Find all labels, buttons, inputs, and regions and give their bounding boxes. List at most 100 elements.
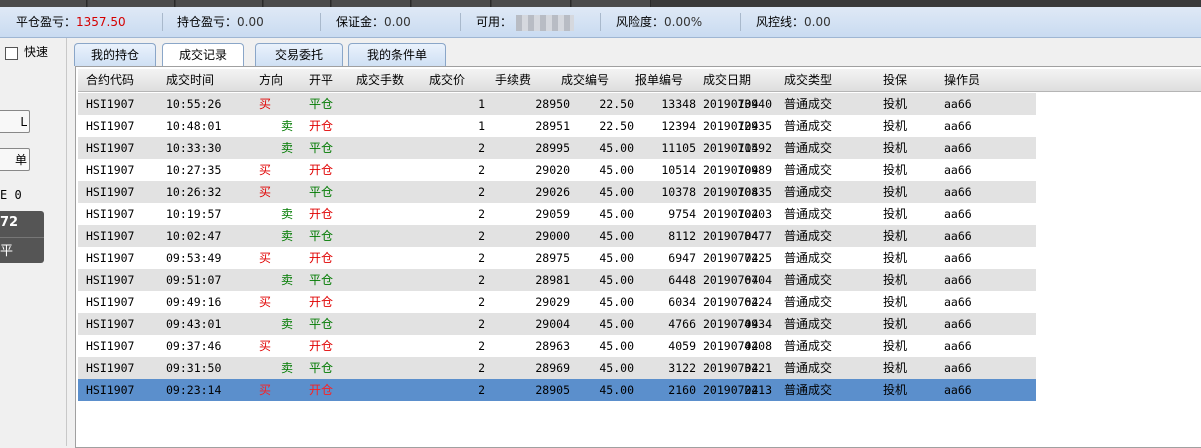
table-row[interactable]: HSI1907 09:43:01 卖平仓 2 29004 45.00 4766 4934 201…: [78, 313, 1036, 335]
cell-time: 10:55:26: [166, 97, 222, 111]
table-row[interactable]: HSI1907 10:27:35 买开仓 2 29020 45.00 10514 10989 2…: [78, 159, 1036, 181]
column-header[interactable]: 投保: [883, 69, 907, 91]
cell-trade-number: 4059: [668, 339, 696, 353]
left-order-panel: 快速 L 单 E 0 72 平: [0, 38, 67, 446]
toolbar-segment[interactable]: [88, 0, 175, 7]
margin-value: 0.00: [384, 15, 411, 29]
tab-orders[interactable]: 交易委托: [255, 43, 343, 66]
cell-direction: 买: [259, 339, 272, 353]
toolbar-segment[interactable]: [412, 0, 491, 7]
column-header[interactable]: 成交手数: [356, 69, 404, 91]
cell-trade-date: 20190704: [703, 119, 759, 133]
table-header: 合约代码 成交时间 方向 开平 成交手数 成交价 手续费 成交编号 报单编号 成交日期 成交类型 投保…: [78, 69, 1201, 92]
cell-trade-date: 20190704: [703, 383, 759, 397]
cell-trade-type: 普通成交: [784, 295, 833, 309]
column-header[interactable]: 合约代码: [86, 69, 134, 91]
table-row[interactable]: HSI1907 09:23:14 买开仓 2 28905 45.00 2160 2213 201…: [78, 379, 1036, 401]
column-header[interactable]: 成交类型: [784, 69, 832, 91]
table-row[interactable]: HSI1907 10:48:01 卖开仓 1 28951 22.50 12394 12935 2…: [78, 115, 1036, 137]
toolbar-segment[interactable]: [572, 0, 651, 7]
cell-trade-number: 11105: [661, 141, 696, 155]
cell-trade-type: 普通成交: [784, 141, 833, 155]
table-row[interactable]: HSI1907 10:26:32 买平仓 2 29026 45.00 10378 10835 2…: [78, 181, 1036, 203]
table-row[interactable]: HSI1907 10:02:47 卖平仓 2 29000 45.00 8112 8477 201…: [78, 225, 1036, 247]
cell-contract: HSI1907: [86, 339, 135, 353]
table-row[interactable]: HSI1907 09:51:07 卖平仓 2 28981 45.00 6448 6704 201…: [78, 269, 1036, 291]
tab-conditional-orders[interactable]: 我的条件单: [348, 43, 446, 66]
table-row[interactable]: HSI1907 10:55:26 买平仓 1 28950 22.50 13348 13940 2…: [78, 93, 1036, 115]
table-row[interactable]: HSI1907 09:49:16 买开仓 2 29029 45.00 6034 6224 201…: [78, 291, 1036, 313]
cell-direction: 买: [259, 185, 272, 199]
trade-records-table: 合约代码 成交时间 方向 开平 成交手数 成交价 手续费 成交编号 报单编号 成交日期 成交类型 投保…: [75, 66, 1201, 448]
cell-quantity: 2: [478, 273, 485, 287]
cell-trade-type: 普通成交: [784, 317, 833, 331]
cell-contract: HSI1907: [86, 141, 135, 155]
column-header[interactable]: 成交价: [429, 69, 465, 91]
cell-trade-type: 普通成交: [784, 251, 833, 265]
hold-pnl-label: 持仓盈亏：: [177, 15, 238, 29]
cell-trade-number: 13348: [661, 97, 696, 111]
quote-box[interactable]: 72 平: [0, 211, 44, 263]
cell-trade-type: 普通成交: [784, 119, 833, 133]
column-header[interactable]: 开平: [309, 69, 333, 91]
table-row[interactable]: HSI1907 09:37:46 买开仓 2 28963 45.00 4059 4208 201…: [78, 335, 1036, 357]
cell-direction: 买: [259, 383, 272, 397]
cell-hedge: 投机: [883, 383, 908, 397]
cell-quantity: 2: [478, 163, 485, 177]
toolbar-segment[interactable]: [332, 0, 411, 7]
cell-trade-type: 普通成交: [784, 163, 833, 177]
table-row[interactable]: HSI1907 10:19:57 卖开仓 2 29059 45.00 9754 10203 20…: [78, 203, 1036, 225]
cell-quantity: 2: [478, 317, 485, 331]
order-button[interactable]: 单: [0, 148, 30, 171]
hold-pnl-value: 0.00: [237, 15, 264, 29]
panel-button[interactable]: L: [0, 110, 30, 133]
quote-value: 72: [0, 215, 19, 230]
cell-open-close: 开仓: [309, 207, 334, 221]
cell-trade-type: 普通成交: [784, 97, 833, 111]
control-value: 0.00: [804, 15, 831, 29]
tab-positions[interactable]: 我的持仓: [74, 43, 156, 66]
cell-direction: 卖: [281, 119, 294, 133]
cell-time: 10:19:57: [166, 207, 222, 221]
cell-quantity: 2: [478, 383, 485, 397]
divider: [0, 237, 44, 238]
table-row[interactable]: HSI1907 10:33:30 卖平仓 2 28995 45.00 11105 11592 2…: [78, 137, 1036, 159]
cell-contract: HSI1907: [86, 317, 135, 331]
cell-time: 10:33:30: [166, 141, 222, 155]
cell-trade-date: 20190704: [703, 251, 759, 265]
cell-hedge: 投机: [883, 273, 908, 287]
toolbar-segment[interactable]: [176, 0, 263, 7]
toolbar-segment[interactable]: [0, 0, 87, 7]
column-header[interactable]: 成交日期: [703, 69, 751, 91]
cell-hedge: 投机: [883, 317, 908, 331]
cell-hedge: 投机: [883, 185, 908, 199]
column-header[interactable]: 手续费: [495, 69, 531, 91]
quick-checkbox[interactable]: [5, 47, 18, 60]
cell-operator: aa66: [944, 383, 972, 397]
tab-trades[interactable]: 成交记录: [162, 43, 244, 67]
cell-open-close: 平仓: [309, 273, 334, 287]
column-header[interactable]: 方向: [259, 69, 283, 91]
close-pnl-value: 1357.50: [76, 15, 126, 29]
cell-operator: aa66: [944, 229, 972, 243]
cell-operator: aa66: [944, 163, 972, 177]
table-row[interactable]: HSI1907 09:53:49 买开仓 2 28975 45.00 6947 7225 201…: [78, 247, 1036, 269]
column-header[interactable]: 成交时间: [166, 69, 214, 91]
cell-direction: 卖: [281, 207, 294, 221]
hold-pnl: 持仓盈亏：0.00: [177, 7, 264, 37]
column-header[interactable]: 报单编号: [635, 69, 683, 91]
table-row[interactable]: HSI1907 09:31:50 卖平仓 2 28969 45.00 3122 3221 201…: [78, 357, 1036, 379]
toolbar-segment[interactable]: [492, 0, 571, 7]
cell-direction: 买: [259, 163, 272, 177]
cell-open-close: 开仓: [309, 383, 334, 397]
control-line: 风控线：0.00: [756, 7, 831, 37]
cell-operator: aa66: [944, 339, 972, 353]
column-header[interactable]: 操作员: [944, 69, 980, 91]
cell-operator: aa66: [944, 141, 972, 155]
cell-quantity: 2: [478, 361, 485, 375]
cell-contract: HSI1907: [86, 185, 135, 199]
toolbar-segment[interactable]: [264, 0, 331, 7]
column-header[interactable]: 成交编号: [561, 69, 609, 91]
cell-trade-type: 普通成交: [784, 185, 833, 199]
cell-trade-type: 普通成交: [784, 229, 833, 243]
